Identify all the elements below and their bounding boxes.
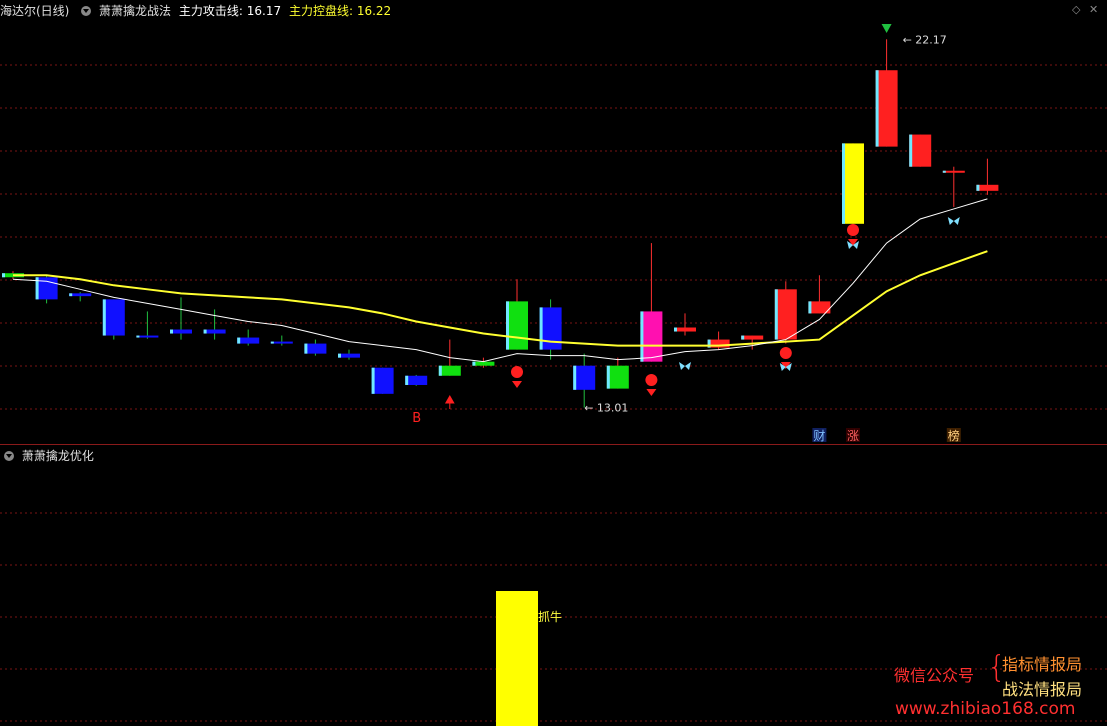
candle-body (909, 134, 932, 167)
candle-body (304, 343, 327, 354)
candle-edge (808, 301, 812, 314)
candle-body (976, 184, 999, 191)
candle-edge (674, 327, 677, 332)
high-price-label: ← 22.17 (903, 33, 947, 46)
candle-body (774, 289, 797, 340)
candle-body (506, 301, 528, 350)
candle-edge (942, 170, 946, 173)
control-line (13, 250, 988, 347)
candle-edge (405, 375, 409, 385)
candle-edge (270, 341, 274, 344)
candle-body (875, 70, 898, 147)
watermark-wechat: 微信公众号 (894, 666, 975, 685)
candle-edge (976, 184, 980, 191)
candle-body (640, 311, 663, 362)
candle-edge (774, 289, 778, 340)
candlestick-chart[interactable]: ← 22.17 ← 13.01 B 财 涨 榜 (0, 0, 1107, 444)
signal-bar (496, 591, 538, 726)
signal-bar-label: 抓牛 (538, 609, 562, 624)
candle-edge (170, 329, 173, 334)
candle-edge (237, 337, 241, 344)
candle-edge (102, 299, 106, 336)
candle-body (539, 307, 562, 350)
signal-dot-icon (645, 374, 658, 386)
signal-dot-icon (511, 366, 523, 378)
butterfly-icon (947, 217, 960, 225)
up-arrow-icon (444, 394, 455, 409)
watermark-url: www.zhibiao168.com (895, 699, 1076, 719)
hourglass-icon (646, 389, 657, 396)
tag-text: 涨 (847, 428, 859, 443)
candle-edge (842, 143, 845, 224)
candle-edge (304, 343, 308, 354)
candle-edge (438, 365, 442, 376)
candle-edge (69, 293, 73, 297)
candle-body (942, 170, 965, 173)
candle-body (237, 337, 260, 344)
candle-body (674, 327, 696, 332)
candle-body (136, 335, 159, 338)
low-price-label: ← 13.01 (584, 401, 628, 414)
butterfly-icon (679, 362, 691, 370)
signal-dot-icon (847, 224, 859, 236)
tag-text: 财 (813, 429, 825, 443)
candle-edge (136, 335, 140, 338)
candle-body (170, 329, 192, 334)
candle-edge (909, 134, 913, 167)
candle-body (741, 335, 764, 340)
candle-body (573, 365, 596, 390)
watermark-name-2: 战法情报局 (1002, 680, 1083, 699)
watermark-name-1: 指标情报局 (1002, 655, 1083, 674)
candle-edge (472, 361, 476, 366)
candle-body (338, 353, 360, 358)
candle-body (69, 293, 92, 297)
candle-edge (539, 307, 543, 350)
candle-edge (506, 301, 509, 350)
signal-dot-icon (779, 347, 792, 359)
buy-signal-b: B (412, 411, 421, 426)
main-chart-panel[interactable]: 海达尔(日线) 萧萧擒龙战法 主力攻击线: 16.17 主力控盘线: 16.22… (0, 0, 1107, 444)
candle-body (842, 143, 864, 224)
candle-edge (338, 353, 341, 358)
candle-edge (741, 335, 745, 340)
candle-body (102, 299, 125, 336)
candle-body (472, 361, 495, 366)
candle-body (270, 341, 293, 344)
hourglass-icon (512, 381, 522, 388)
candle-edge (875, 70, 879, 147)
tag-text: 榜 (948, 428, 960, 443)
candle-edge (2, 273, 5, 278)
candle-body (203, 329, 226, 334)
candle-edge (640, 311, 644, 362)
candle-body (371, 367, 394, 394)
top-marker-icon (881, 24, 892, 33)
candle-body (405, 375, 428, 385)
candle-body (438, 365, 461, 376)
candle-edge (203, 329, 207, 334)
candle-body (606, 365, 629, 389)
candle-edge (573, 365, 577, 390)
candle-edge (371, 367, 375, 394)
candle-edge (606, 365, 610, 389)
